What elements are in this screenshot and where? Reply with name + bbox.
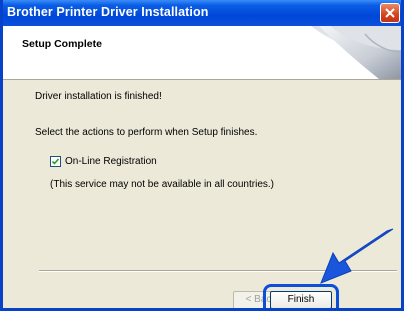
finish-button[interactable]: Finish bbox=[270, 291, 332, 308]
close-button[interactable] bbox=[380, 3, 400, 23]
registration-label[interactable]: On-Line Registration bbox=[65, 156, 157, 167]
window-title: Brother Printer Driver Installation bbox=[7, 5, 209, 19]
wizard-header: Setup Complete bbox=[3, 26, 401, 80]
close-icon bbox=[385, 8, 395, 18]
installer-window: Brother Printer Driver Installation Setu… bbox=[0, 0, 404, 311]
page-title: Setup Complete bbox=[22, 38, 102, 50]
actions-prompt: Select the actions to perform when Setup… bbox=[35, 127, 258, 138]
status-message: Driver installation is finished! bbox=[35, 91, 162, 102]
availability-note: (This service may not be available in al… bbox=[50, 179, 274, 190]
pointer-arrow-icon bbox=[320, 228, 394, 284]
registration-checkbox[interactable] bbox=[50, 156, 61, 167]
check-icon bbox=[51, 158, 60, 165]
title-bar[interactable]: Brother Printer Driver Installation bbox=[3, 0, 401, 26]
wizard-content: Driver installation is finished! Select … bbox=[3, 80, 401, 308]
page-curl-icon bbox=[311, 26, 401, 79]
